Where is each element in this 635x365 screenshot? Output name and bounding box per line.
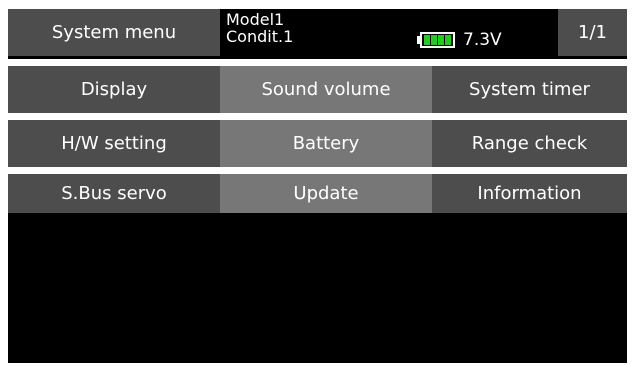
system-timer-button[interactable]: System timer xyxy=(432,66,627,113)
battery-button[interactable]: Battery xyxy=(220,120,432,167)
sound-volume-button[interactable]: Sound volume xyxy=(220,66,432,113)
model-info: Model1 Condit.1 7.3V xyxy=(224,9,554,56)
condition-name: Condit.1 xyxy=(226,27,294,46)
information-button[interactable]: Information xyxy=(432,174,627,213)
battery-icon xyxy=(417,32,455,48)
display-button[interactable]: Display xyxy=(8,66,220,113)
divider xyxy=(8,167,627,174)
divider xyxy=(8,113,627,120)
sbus-servo-button[interactable]: S.Bus servo xyxy=(8,174,220,213)
system-menu-screen: System menu Model1 Condit.1 7.3V 1/1 Dis… xyxy=(8,9,627,363)
page-number: 1/1 xyxy=(558,9,627,56)
divider xyxy=(8,59,627,66)
page-title: System menu xyxy=(8,9,220,56)
range-check-button[interactable]: Range check xyxy=(432,120,627,167)
battery-voltage: 7.3V xyxy=(463,30,502,50)
update-button[interactable]: Update xyxy=(220,174,432,213)
model-name: Model1 xyxy=(226,10,285,29)
hw-setting-button[interactable]: H/W setting xyxy=(8,120,220,167)
